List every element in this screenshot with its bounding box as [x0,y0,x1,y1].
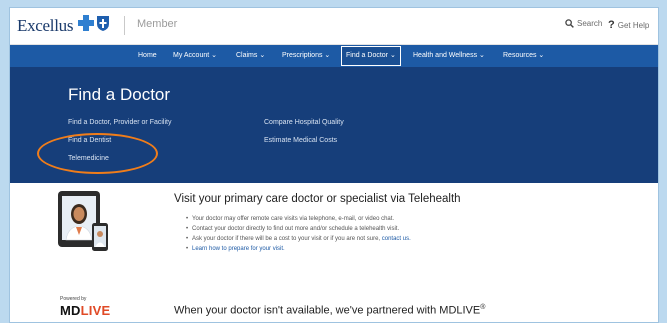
question-icon: ? [608,19,615,31]
get-help-label: Get Help [617,20,650,30]
mdlive-logo[interactable]: MDLIVE [60,303,110,318]
section-label: Member [137,18,178,30]
search-icon [565,19,574,28]
main-nav: Home My Account ⌄ Claims ⌄ Prescriptions… [10,45,658,67]
list-item: Learn how to prepare for your visit. [186,244,411,254]
mdlive-heading: When your doctor isn't available, we've … [174,304,486,317]
nav-my-account[interactable]: My Account ⌄ [173,45,217,67]
list-item: Ask your doctor if there will be a cost … [186,234,411,244]
header-divider [124,16,125,35]
nav-health-and-wellness[interactable]: Health and Wellness ⌄ [413,45,485,67]
excellus-logo[interactable]: Excellus [17,16,73,36]
nav-find-a-doctor[interactable]: Find a Doctor ⌄ [341,46,401,66]
search-label: Search [577,19,603,28]
blue-shield-icon [97,16,109,31]
link-compare-hospital[interactable]: Compare Hospital Quality [264,119,344,126]
powered-by-label: Powered by [60,296,87,302]
browser-frame: Excellus Member Search ? Get Help Home M… [9,7,659,323]
page-title: Find a Doctor [68,85,171,104]
link-find-provider[interactable]: Find a Doctor, Provider or Facility [68,119,171,126]
telehealth-doctor-illustration [58,191,108,251]
list-item: Contact your doctor directly to find out… [186,224,411,234]
search-link[interactable]: Search [565,19,602,28]
nav-claims[interactable]: Claims ⌄ [236,45,265,67]
telehealth-section: Visit your primary care doctor or specia… [10,183,658,322]
top-bar: Excellus Member Search ? Get Help [10,8,658,45]
list-item: Your doctor may offer remote care visits… [186,214,411,224]
link-estimate-costs[interactable]: Estimate Medical Costs [264,137,337,144]
nav-resources[interactable]: Resources ⌄ [503,45,544,67]
nav-home[interactable]: Home [138,45,157,67]
contact-us-link[interactable]: contact us. [382,236,411,242]
telehealth-bullet-list: Your doctor may offer remote care visits… [186,214,411,254]
prepare-visit-link[interactable]: Learn how to prepare for your visit. [192,246,285,252]
telemedicine-highlight-circle [37,133,158,174]
nav-prescriptions[interactable]: Prescriptions ⌄ [282,45,330,67]
get-help-link[interactable]: ? Get Help [608,19,649,31]
telehealth-heading: Visit your primary care doctor or specia… [174,193,461,205]
blue-cross-icon [78,15,94,31]
